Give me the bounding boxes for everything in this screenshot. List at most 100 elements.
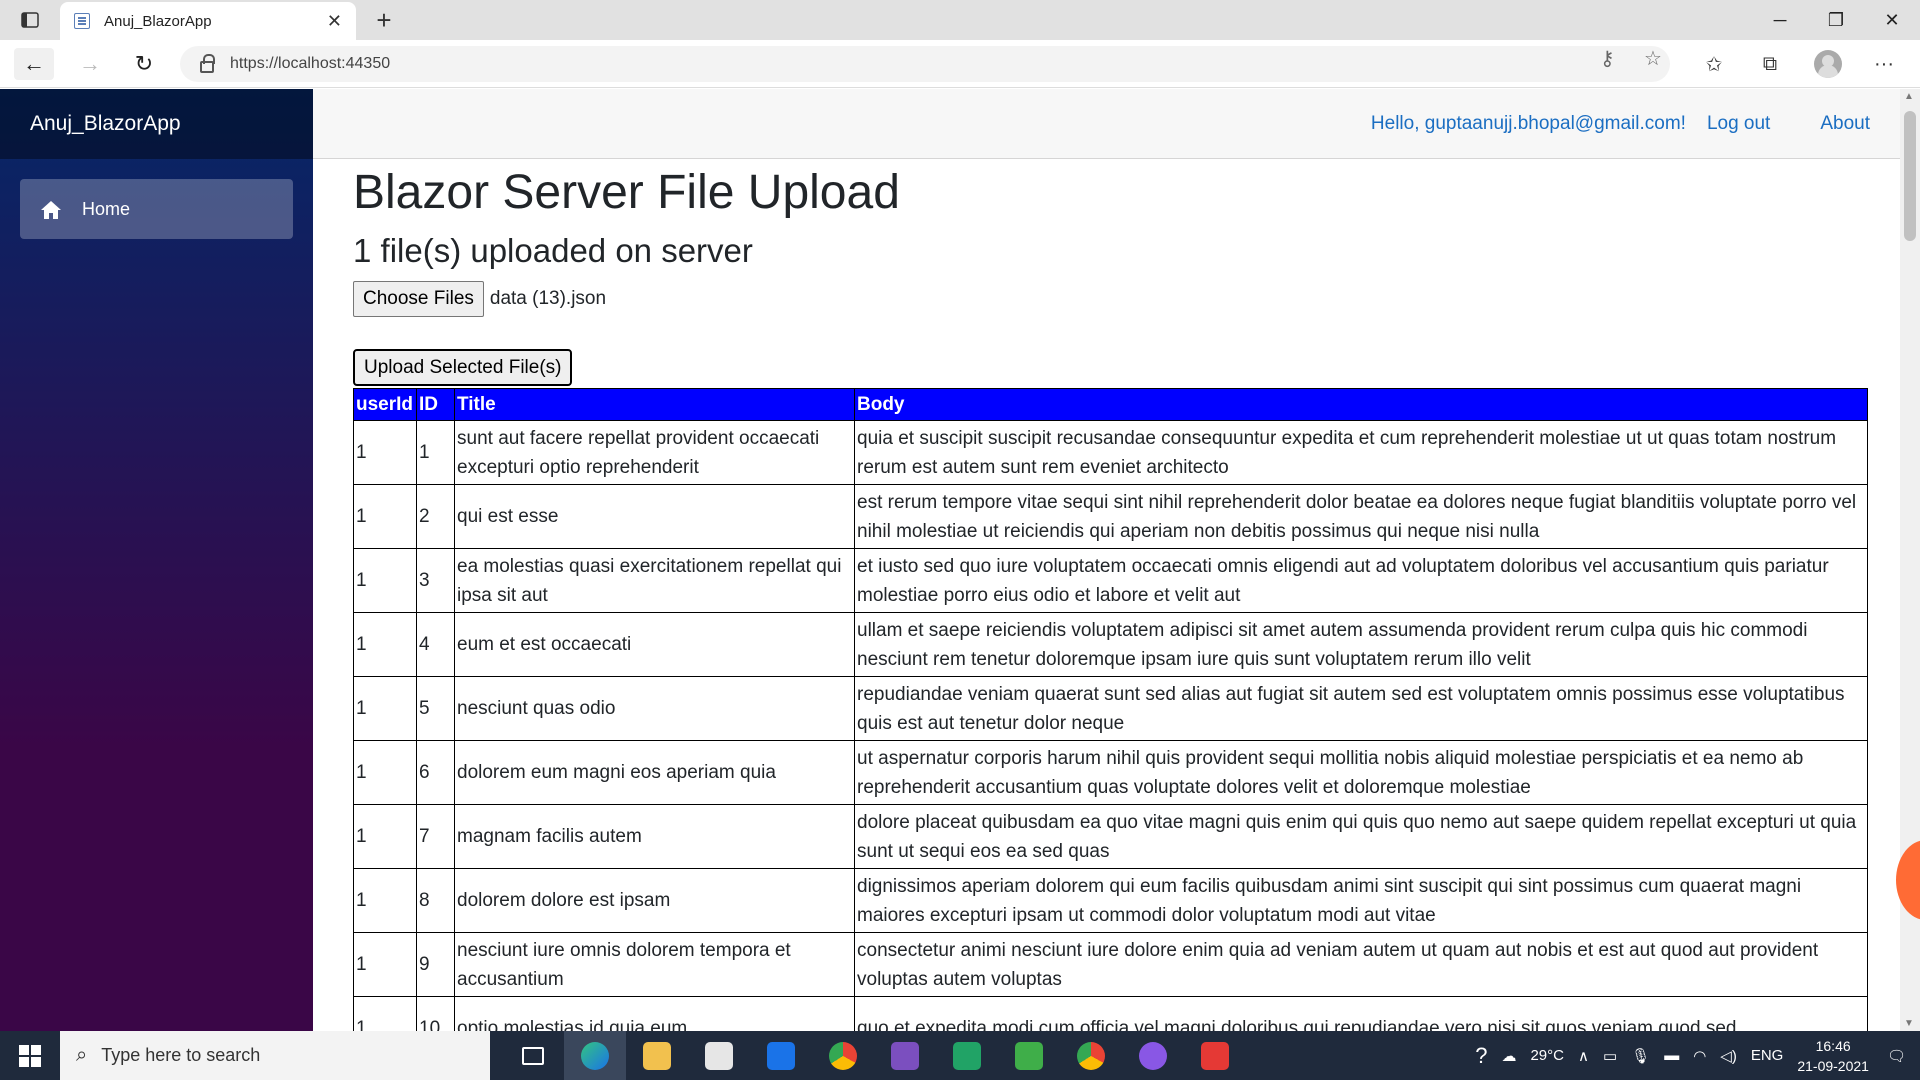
back-icon[interactable]: ← — [14, 48, 54, 80]
wifi-icon[interactable]: ◠ — [1693, 1047, 1706, 1065]
title-cell: eum et est occaecati — [454, 612, 855, 677]
data-table: userId ID Title Body 1 1 sunt aut facere r… — [353, 388, 1868, 1031]
minimize-icon[interactable]: ─ — [1752, 0, 1808, 40]
visual-studio-icon[interactable] — [874, 1031, 936, 1080]
title-cell: dolorem dolore est ipsam — [454, 868, 855, 933]
network-icon[interactable]: ▭ — [1603, 1047, 1617, 1065]
key-icon[interactable]: ⚷ — [1600, 46, 1615, 71]
microphone-icon[interactable]: 🎙 — [1631, 1047, 1650, 1065]
task-view-icon[interactable] — [502, 1031, 564, 1080]
new-tab-icon[interactable]: + — [368, 4, 400, 36]
windows-start-icon[interactable] — [0, 1031, 60, 1080]
collections-icon[interactable]: ⧉ — [1754, 48, 1786, 80]
user-id-cell: 1 — [353, 932, 417, 997]
tab-actions-icon[interactable] — [14, 8, 46, 32]
content: Blazor Server File Upload 1 file(s) uplo… — [353, 159, 1868, 1031]
brand-bar: Anuj_BlazorApp — [0, 89, 313, 159]
column-header: Body — [854, 388, 1868, 421]
language-indicator[interactable]: ENG — [1751, 1047, 1784, 1064]
taskbar-apps — [502, 1031, 1246, 1080]
id-cell: 10 — [416, 996, 455, 1031]
weather-temp[interactable]: 29°C — [1530, 1047, 1564, 1064]
scroll-up-icon[interactable]: ▲ — [1904, 91, 1914, 102]
sidebar-item-home[interactable]: Home — [20, 179, 293, 239]
chrome-icon[interactable] — [812, 1031, 874, 1080]
id-cell: 9 — [416, 932, 455, 997]
title-cell: nesciunt iure omnis dolorem tempora et a… — [454, 932, 855, 997]
weather-icon[interactable]: ☁ — [1501, 1047, 1516, 1065]
table-row: 1 10 optio molestias id quia eum quo et exp… — [353, 996, 1868, 1031]
table-row: 1 5 nesciunt quas odio repudiandae veniam q… — [353, 676, 1868, 741]
user-id-cell: 1 — [353, 804, 417, 869]
edge-icon[interactable] — [564, 1031, 626, 1080]
close-tab-icon[interactable]: ✕ — [327, 11, 342, 32]
user-id-cell: 1 — [353, 548, 417, 613]
forward-icon[interactable]: → — [70, 48, 110, 80]
window-controls: ─ ❐ ✕ — [1752, 0, 1920, 40]
taskbar: ⌕ Type here to search ? ☁ 29°C ∧ ▭ 🎙 ▬ ◠… — [0, 1031, 1920, 1080]
body-cell: ut aspernatur corporis harum nihil quis … — [854, 740, 1868, 805]
id-cell: 2 — [416, 484, 455, 549]
choose-files-button[interactable]: Choose Files — [353, 281, 484, 317]
lock-icon[interactable] — [200, 54, 215, 73]
close-window-icon[interactable]: ✕ — [1864, 0, 1920, 40]
store-icon[interactable] — [688, 1031, 750, 1080]
body-cell: ullam et saepe reiciendis voluptatem adi… — [854, 612, 1868, 677]
browser-tabstrip: Anuj_BlazorApp ✕ + ─ ❐ ✕ — [0, 0, 1920, 40]
add-favorite-icon[interactable]: ☆ — [1644, 46, 1662, 71]
id-cell: 5 — [416, 676, 455, 741]
page-favicon-icon — [74, 13, 90, 29]
file-explorer-icon[interactable] — [626, 1031, 688, 1080]
taskbar-search[interactable]: ⌕ Type here to search — [60, 1031, 490, 1080]
profile-icon[interactable] — [1812, 48, 1844, 80]
chevron-up-icon[interactable]: ∧ — [1578, 1047, 1589, 1065]
recorder-icon[interactable] — [1184, 1031, 1246, 1080]
chrome-profile-icon[interactable] — [1060, 1031, 1122, 1080]
body-cell: dolore placeat quibusdam ea quo vitae ma… — [854, 804, 1868, 869]
sidebar-item-label: Home — [82, 198, 131, 219]
brand-link[interactable]: Anuj_BlazorApp — [30, 112, 181, 136]
user-id-cell: 1 — [353, 420, 417, 485]
tab-title: Anuj_BlazorApp — [104, 12, 212, 30]
id-cell: 7 — [416, 804, 455, 869]
about-link[interactable]: About — [1820, 113, 1870, 135]
github-icon[interactable] — [1122, 1031, 1184, 1080]
browser-toolbar: ← → ↻ https://localhost:44350 ⚷ ☆ ✩ ⧉ ··… — [0, 40, 1920, 88]
file-input[interactable]: Choose Files data (13).json — [353, 281, 1868, 317]
help-icon[interactable]: ? — [1475, 1043, 1487, 1069]
clock-date: 21-09-2021 — [1797, 1057, 1869, 1074]
notifications-icon[interactable]: 🗨 — [1887, 1047, 1906, 1065]
browser-tab[interactable]: Anuj_BlazorApp ✕ — [60, 2, 356, 40]
body-cell: quo et expedita modi cum officia vel mag… — [854, 996, 1868, 1031]
logout-link[interactable]: Log out — [1707, 113, 1770, 135]
system-tray: ? ☁ 29°C ∧ ▭ 🎙 ▬ ◠ ◁) ENG 16:46 21-09-20… — [1475, 1031, 1920, 1080]
id-cell: 6 — [416, 740, 455, 805]
volume-icon[interactable]: ◁) — [1720, 1047, 1737, 1065]
favorites-icon[interactable]: ✩ — [1698, 48, 1730, 80]
title-cell: magnam facilis autem — [454, 804, 855, 869]
page: Anuj_BlazorApp Home Hello, guptaanujj.bh… — [0, 89, 1920, 1031]
url-text[interactable]: https://localhost:44350 — [230, 55, 390, 73]
table-row: 1 3 ea molestias quasi exercitationem repe… — [353, 548, 1868, 613]
app-icon[interactable] — [998, 1031, 1060, 1080]
scrollbar-thumb[interactable] — [1904, 111, 1916, 241]
mail-icon[interactable] — [750, 1031, 812, 1080]
more-icon[interactable]: ··· — [1868, 48, 1900, 80]
refresh-icon[interactable]: ↻ — [124, 48, 164, 80]
scroll-down-icon[interactable]: ▼ — [1904, 1018, 1914, 1029]
battery-icon[interactable]: ▬ — [1664, 1047, 1679, 1064]
profile-link[interactable]: Hello, guptaanujj.bhopal@gmail.com! — [1371, 113, 1686, 135]
page-title: Blazor Server File Upload — [353, 166, 900, 219]
title-cell: dolorem eum magni eos aperiam quia — [454, 740, 855, 805]
title-cell: nesciunt quas odio — [454, 676, 855, 741]
clock[interactable]: 16:46 21-09-2021 — [1797, 1036, 1869, 1076]
excel-icon[interactable] — [936, 1031, 998, 1080]
upload-button[interactable]: Upload Selected File(s) — [353, 349, 573, 386]
id-cell: 1 — [416, 420, 455, 485]
upload-count: 1 file(s) uploaded on server — [353, 232, 753, 269]
table-header-row: userId ID Title Body — [353, 388, 1868, 421]
address-bar[interactable]: https://localhost:44350 — [180, 46, 1670, 82]
id-cell: 4 — [416, 612, 455, 677]
table-row: 1 4 eum et est occaecati ullam et saepe rei… — [353, 612, 1868, 677]
restore-icon[interactable]: ❐ — [1808, 0, 1864, 40]
